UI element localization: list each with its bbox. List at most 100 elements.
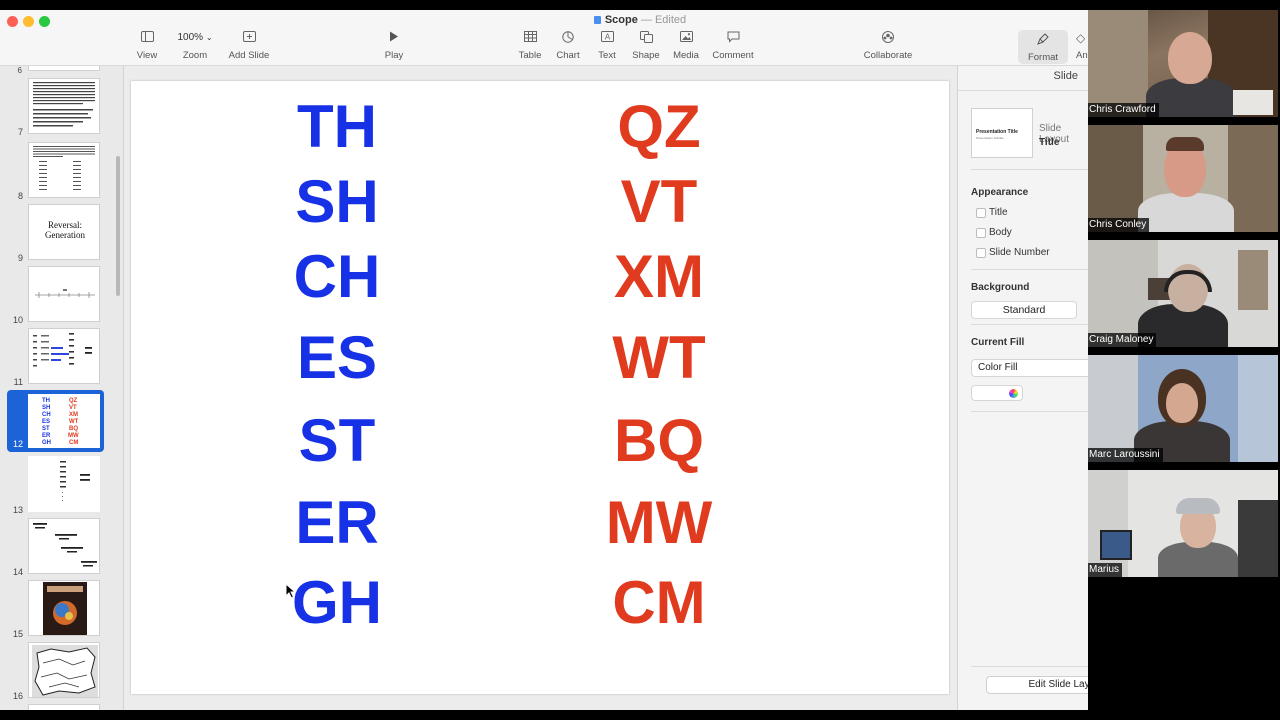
slide-thumbnail-13[interactable]: 13	[0, 456, 123, 518]
fill-color-well[interactable]	[971, 385, 1023, 401]
background-standard-button[interactable]: Standard	[971, 301, 1077, 319]
format-button[interactable]: Format	[1018, 30, 1068, 64]
body-option-label: Body	[989, 227, 1012, 238]
minimize-window-button[interactable]	[23, 16, 34, 27]
slide-number-checkbox[interactable]	[976, 248, 986, 258]
zoom-label: Zoom	[182, 50, 208, 61]
slide-thumbnail-11[interactable]: 11	[0, 328, 123, 390]
comment-button[interactable]: Comment	[712, 31, 754, 61]
close-window-button[interactable]	[7, 16, 18, 27]
shape-button[interactable]: Shape	[631, 31, 661, 61]
letter-pair-left-5[interactable]: ST	[247, 411, 427, 471]
add-slide-icon	[228, 31, 270, 45]
zoom-menu[interactable]: 100% ⌄ Zoom	[175, 31, 215, 61]
svg-text:ST: ST	[42, 426, 50, 432]
svg-text:CM: CM	[69, 440, 78, 446]
svg-text:A: A	[604, 33, 610, 42]
svg-text:QZ: QZ	[69, 398, 78, 404]
current-fill-heading: Current Fill	[971, 337, 1025, 348]
participant-tile[interactable]: Marius	[1088, 470, 1278, 577]
slide-number-option-label: Slide Number	[989, 247, 1050, 258]
letter-pair-right-4[interactable]: WT	[569, 328, 749, 388]
letter-pair-left-7[interactable]: GH	[247, 573, 427, 633]
edit-slide-layout-button[interactable]: Edit Slide Layout	[986, 676, 1088, 694]
letter-pair-right-7[interactable]: CM	[569, 573, 749, 633]
letter-pair-left-1[interactable]: TH	[247, 97, 427, 157]
slide-thumbnail-9[interactable]: Reversal: Generation 9	[0, 204, 123, 266]
letter-pair-right-6[interactable]: MW	[569, 493, 749, 553]
slide-thumbnail-15[interactable]: 15	[0, 580, 123, 642]
participant-tile[interactable]: Chris Crawford	[1088, 10, 1278, 117]
add-slide-button[interactable]: Add Slide	[228, 31, 270, 61]
letter-pair-right-2[interactable]: VT	[569, 172, 749, 232]
slide-thumbnail-10[interactable]: 10	[0, 266, 123, 328]
letter-pair-right-5[interactable]: BQ	[569, 411, 749, 471]
fill-type-popup[interactable]: Color Fill	[971, 359, 1088, 377]
letter-pair-left-6[interactable]: ER	[247, 493, 427, 553]
participant-name: Craig Maloney	[1088, 333, 1157, 347]
slide-layout-name[interactable]: Title	[1039, 137, 1059, 148]
media-icon	[672, 31, 700, 45]
slide-navigator: 6 7 8 Reversal: Generation 9 10 11 TH SH…	[0, 66, 124, 710]
slide-thumbnail-8[interactable]: 8	[0, 142, 123, 204]
letter-pair-right-3[interactable]: XM	[569, 247, 749, 307]
comment-icon	[712, 31, 754, 45]
play-icon	[382, 31, 406, 45]
chart-label: Chart	[556, 50, 580, 61]
svg-text:WT: WT	[69, 419, 79, 425]
media-label: Media	[673, 50, 699, 61]
svg-text:TH: TH	[42, 398, 50, 404]
slide-tab[interactable]: Slide	[1054, 70, 1078, 82]
slide-thumbnail-16[interactable]: 16	[0, 642, 123, 704]
toolbar: View 100% ⌄ Zoom Add Slide Play Table Ch…	[0, 10, 1088, 66]
slide-layout-thumbnail[interactable]: Presentation Title Presentation Subtitle	[971, 108, 1033, 158]
chevron-down-icon: ⌄	[205, 33, 213, 42]
navigator-scrollbar[interactable]	[116, 156, 120, 296]
svg-text:XM: XM	[69, 412, 78, 418]
collaborate-button[interactable]: Collaborate	[862, 31, 914, 61]
keynote-window: View 100% ⌄ Zoom Add Slide Play Table Ch…	[0, 10, 1280, 710]
text-label: Text	[598, 50, 616, 61]
slide-thumbnail-partial[interactable]	[28, 66, 100, 71]
body-checkbox[interactable]	[976, 228, 986, 238]
table-icon	[517, 31, 543, 45]
shape-label: Shape	[632, 50, 660, 61]
participant-tile[interactable]: Craig Maloney	[1088, 240, 1278, 347]
table-button[interactable]: Table	[517, 31, 543, 61]
zoom-window-button[interactable]	[39, 16, 50, 27]
zoom-value: 100%	[177, 32, 204, 43]
svg-text:ES: ES	[42, 419, 50, 425]
participant-name: Chris Conley	[1088, 218, 1150, 232]
svg-text:ER: ER	[42, 433, 51, 439]
mouse-cursor-icon	[285, 583, 297, 599]
table-label: Table	[518, 50, 542, 61]
title-checkbox[interactable]	[976, 208, 986, 218]
play-button[interactable]: Play	[382, 31, 406, 61]
text-button[interactable]: A Text	[595, 31, 619, 61]
media-button[interactable]: Media	[672, 31, 700, 61]
chart-button[interactable]: Chart	[555, 31, 581, 61]
slide-thumbnail-partial-bottom[interactable]	[28, 704, 100, 710]
letter-pair-left-2[interactable]: SH	[247, 172, 427, 232]
participant-tile[interactable]: Marc Laroussini	[1088, 355, 1278, 462]
current-slide[interactable]: TH SH CH ES ST ER GH QZ VT XM WT BQ MW C…	[131, 81, 949, 694]
slide-thumbnail-7[interactable]: 7	[0, 78, 123, 140]
format-inspector: Slide Presentation Title Presentation Su…	[957, 66, 1088, 710]
slide-thumbnail-12[interactable]: TH SH CH ES ST ER GH QZ VT XM WT BQ MW CM 12	[0, 390, 123, 452]
view-button[interactable]: View	[133, 31, 161, 61]
slide-thumbnail-14[interactable]: 14	[0, 518, 123, 580]
svg-text:GH: GH	[42, 440, 51, 446]
participant-tile[interactable]: Chris Conley	[1088, 125, 1278, 232]
participant-name: Chris Crawford	[1088, 103, 1159, 117]
letter-pair-left-4[interactable]: ES	[247, 328, 427, 388]
participant-name: Marius	[1088, 563, 1123, 577]
letter-pair-left-3[interactable]: CH	[247, 247, 427, 307]
paintbrush-icon	[1018, 33, 1068, 47]
appearance-heading: Appearance	[971, 187, 1029, 198]
format-label: Format	[1027, 52, 1059, 63]
title-option-label: Title	[989, 207, 1008, 218]
svg-text:VT: VT	[69, 405, 77, 411]
letter-pair-right-1[interactable]: QZ	[569, 97, 749, 157]
text-box-icon: A	[595, 31, 619, 45]
sidebar-icon	[133, 31, 161, 45]
